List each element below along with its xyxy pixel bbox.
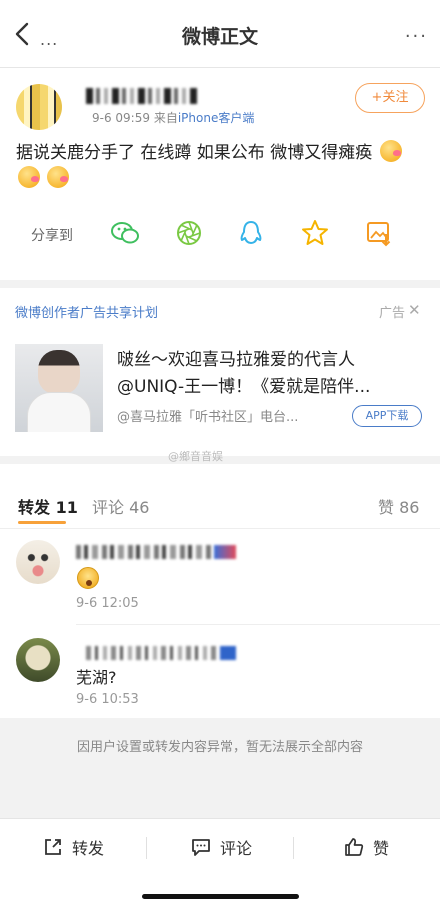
close-icon[interactable]: ✕ (408, 301, 421, 319)
content-unavailable-notice: 因用户设置或转发内容异常，暂无法展示全部内容 (76, 740, 363, 755)
wechat-icon[interactable] (110, 218, 140, 248)
comment-time: 9-6 12:05 (76, 596, 139, 611)
ad-subtitle[interactable]: @喜马拉雅「听书社区」电台... (117, 406, 339, 425)
comment-bubble-icon (192, 839, 210, 856)
commenter-name-blurred[interactable] (76, 545, 236, 559)
home-indicator (142, 894, 299, 899)
favorite-star-icon[interactable] (300, 218, 330, 248)
drool-emoji-icon (18, 166, 40, 188)
commenter-name-blurred[interactable] (86, 646, 236, 660)
tab-like[interactable]: 赞 86 (378, 494, 419, 518)
share-out-icon (45, 839, 61, 855)
save-image-icon[interactable] (364, 218, 394, 248)
post-meta: 9-6 09:59 来自iPhone客户端 (92, 109, 254, 126)
ad-title-line1[interactable]: 啵丝～欢迎喜马拉雅爱的代言人 (117, 345, 427, 370)
like-button[interactable]: 赞 (343, 835, 389, 859)
more-menu-icon[interactable]: ··· (405, 26, 428, 47)
drool-emoji-icon (379, 140, 402, 162)
post-card: 9-6 09:59 来自iPhone客户端 +关注 据说关鹿分手了 在线蹲 如果… (0, 68, 440, 280)
comment-text: 芜湖? (76, 668, 117, 687)
nav-bar: ... 微博正文 ··· (0, 0, 440, 68)
surprised-emoji-icon (77, 567, 99, 589)
app-download-button[interactable]: APP下载 (352, 405, 422, 427)
comment-time: 9-6 10:53 (76, 692, 139, 707)
thumbs-up-icon (345, 838, 364, 856)
tab-comment[interactable]: 评论 46 (92, 494, 149, 518)
ad-title-line2[interactable]: @UNIQ-王一博！《爱就是陪伴... (117, 372, 427, 397)
share-label: 分享到 (31, 228, 73, 244)
tab-repost[interactable]: 转发 11 (18, 494, 78, 518)
page-title: 微博正文 (181, 26, 258, 48)
author-name-blurred[interactable] (86, 88, 198, 104)
watermark: @鄉音音娱 (168, 450, 223, 463)
comment-button[interactable]: 评论 (190, 835, 252, 859)
post-time: 9-6 09:59 (92, 111, 150, 125)
ad-image[interactable] (15, 344, 103, 432)
author-avatar[interactable] (16, 84, 62, 130)
repost-button[interactable]: 转发 (42, 835, 104, 859)
qq-icon[interactable] (236, 218, 266, 248)
ad-card[interactable]: 微博创作者广告共享计划 广告 ✕ 啵丝～欢迎喜马拉雅爱的代言人 @UNIQ-王一… (0, 288, 440, 456)
active-tab-indicator (18, 521, 66, 524)
comment-label: 评论 (220, 839, 253, 858)
like-label: 赞 (373, 839, 390, 858)
post-from: 来自 (153, 111, 178, 125)
ad-plan-label[interactable]: 微博创作者广告共享计划 (15, 302, 158, 321)
moments-icon[interactable] (174, 218, 204, 248)
interactions-panel: 转发 11 评论 46 赞 86 9-6 12:05 芜湖? 9-6 10:53 (0, 464, 440, 718)
repost-label: 转发 (72, 839, 105, 858)
ad-tag: 广告 (379, 306, 406, 321)
post-source[interactable]: iPhone客户端 (178, 111, 255, 125)
drool-emoji-icon (47, 166, 70, 188)
follow-button[interactable]: +关注 (355, 83, 425, 113)
avatar[interactable] (16, 540, 60, 584)
post-body: 据说关鹿分手了 在线蹲 如果公布 微博又得瘫痪 (16, 143, 373, 163)
avatar[interactable] (16, 638, 60, 682)
post-text: 据说关鹿分手了 在线蹲 如果公布 微博又得瘫痪 (16, 140, 428, 192)
